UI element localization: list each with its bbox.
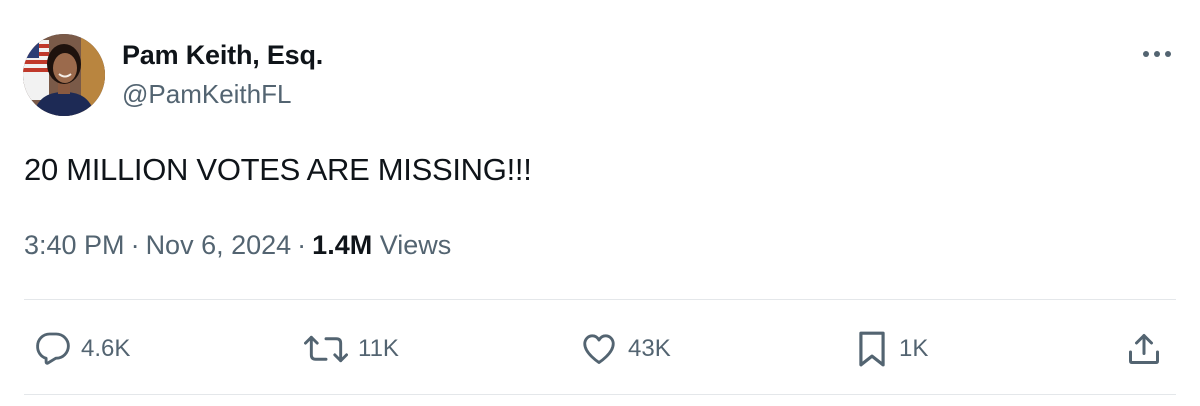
- tweet-time[interactable]: 3:40 PM: [24, 230, 125, 260]
- retweet-button[interactable]: 11K: [304, 329, 399, 369]
- avatar-photo: [23, 34, 105, 116]
- tweet-card: Pam Keith, Esq. @PamKeithFL 20 MILLION V…: [0, 0, 1200, 406]
- share-icon: [1129, 334, 1159, 364]
- author-handle[interactable]: @PamKeithFL: [122, 79, 291, 110]
- divider: [24, 299, 1176, 300]
- reply-icon: [36, 332, 70, 365]
- avatar[interactable]: [23, 34, 105, 116]
- meta-separator: ·: [130, 230, 140, 260]
- more-options-button[interactable]: [1136, 42, 1178, 66]
- bookmark-count: 1K: [899, 335, 929, 362]
- share-button[interactable]: [1126, 329, 1162, 369]
- bookmark-icon: [859, 331, 885, 367]
- views-label: Views: [379, 230, 452, 260]
- author-display-name[interactable]: Pam Keith, Esq.: [122, 40, 323, 71]
- meta-separator: ·: [297, 230, 307, 260]
- reply-count: 4.6K: [81, 335, 131, 362]
- like-button[interactable]: 43K: [580, 329, 671, 369]
- tweet-date[interactable]: Nov 6, 2024: [146, 230, 292, 260]
- tweet-meta: 3:40 PM · Nov 6, 2024 · 1.4M Views: [24, 230, 451, 261]
- views-count[interactable]: 1.4M: [312, 230, 372, 260]
- like-count: 43K: [628, 335, 671, 362]
- bookmark-button[interactable]: 1K: [855, 329, 928, 369]
- reply-button[interactable]: 4.6K: [35, 329, 130, 369]
- divider: [24, 394, 1176, 395]
- more-icon: [1143, 51, 1171, 57]
- retweet-count: 11K: [358, 335, 399, 362]
- retweet-icon: [304, 335, 348, 363]
- heart-icon: [583, 334, 615, 364]
- tweet-text: 20 MILLION VOTES ARE MISSING!!!: [24, 152, 532, 187]
